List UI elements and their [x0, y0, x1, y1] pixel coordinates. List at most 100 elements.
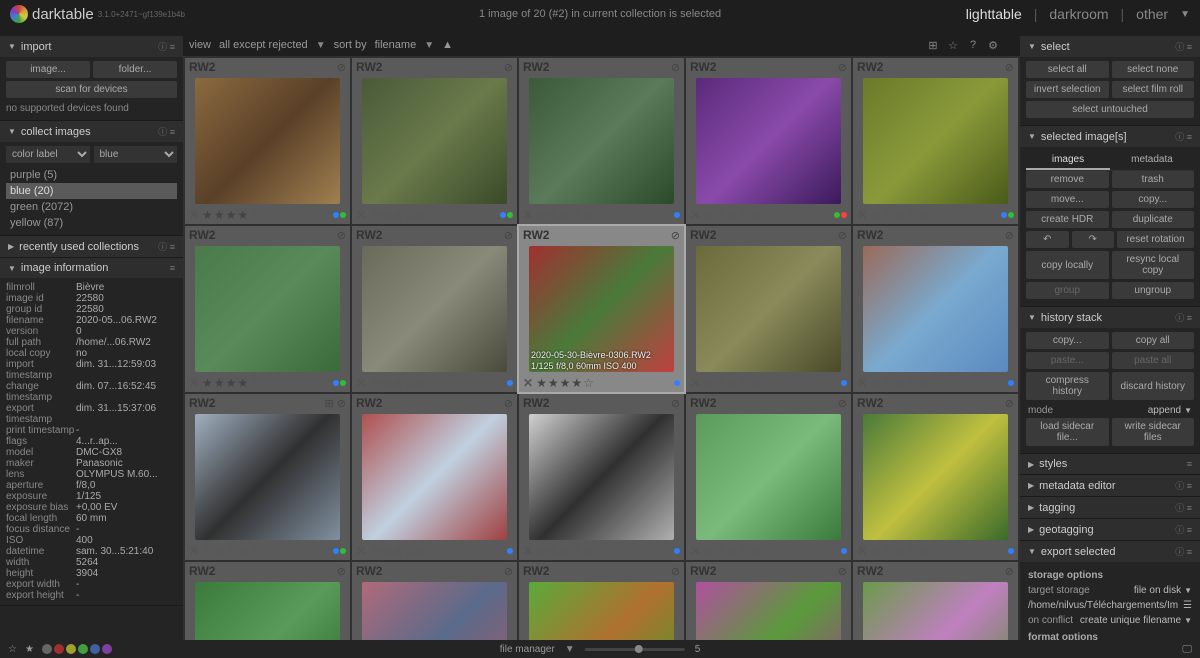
- move-button[interactable]: move...: [1026, 191, 1109, 208]
- select-untouched-button[interactable]: select untouched: [1026, 101, 1194, 118]
- color-dots[interactable]: [333, 212, 346, 218]
- color-dots[interactable]: [674, 212, 680, 218]
- styles-header[interactable]: ▶styles≡: [1020, 454, 1200, 474]
- thumb-image[interactable]: [362, 246, 507, 372]
- thumbnail[interactable]: RW2⊘✕☆☆☆☆☆: [686, 58, 851, 224]
- copy-all-button[interactable]: copy all: [1112, 332, 1195, 349]
- overlay-toggle-icon[interactable]: ⊞: [926, 38, 940, 52]
- history-mode-value[interactable]: append: [1148, 405, 1181, 416]
- color-dots[interactable]: [674, 380, 680, 386]
- star-rating[interactable]: ☆☆☆☆☆: [536, 208, 595, 222]
- select-header[interactable]: ▼selectⓘ ≡: [1020, 36, 1200, 57]
- thumb-image[interactable]: [529, 582, 674, 640]
- star-rating[interactable]: ☆☆☆☆☆: [369, 376, 428, 390]
- compress-history-button[interactable]: compress history: [1026, 372, 1109, 400]
- reject-icon[interactable]: ✕: [356, 208, 366, 222]
- rotate-left-button[interactable]: ↶: [1026, 231, 1069, 248]
- copy-button[interactable]: copy...: [1112, 191, 1195, 208]
- thumb-image[interactable]: [863, 246, 1008, 372]
- thumb-image[interactable]: [863, 78, 1008, 204]
- view-filter[interactable]: all except rejected: [219, 39, 308, 51]
- export-header[interactable]: ▼export selectedⓘ ≡: [1020, 541, 1200, 562]
- thumb-image[interactable]: [696, 78, 841, 204]
- reject-icon[interactable]: ✕: [690, 376, 700, 390]
- recent-header[interactable]: ▶recently used collectionsⓘ ≡: [0, 236, 183, 257]
- thumb-image[interactable]: [863, 414, 1008, 540]
- collect-item[interactable]: green (2072): [6, 199, 177, 215]
- conflict-value[interactable]: create unique filename: [1080, 615, 1181, 626]
- discard-history-button[interactable]: discard history: [1112, 372, 1195, 400]
- write-sidecar-button[interactable]: write sidecar files: [1112, 418, 1195, 446]
- star-rating[interactable]: ☆☆☆☆☆: [703, 544, 762, 558]
- thumbnail[interactable]: RW2⊘✕☆☆☆☆☆: [352, 394, 517, 560]
- history-header[interactable]: ▼history stackⓘ ≡: [1020, 307, 1200, 328]
- thumbnail[interactable]: RW2⊘✕☆☆☆☆☆: [519, 562, 684, 640]
- thumb-image[interactable]: [863, 582, 1008, 640]
- target-storage-value[interactable]: file on disk: [1134, 585, 1181, 596]
- color-dots[interactable]: [1008, 548, 1014, 554]
- star-rating[interactable]: ☆☆☆☆☆: [369, 208, 428, 222]
- load-sidecar-button[interactable]: load sidecar file...: [1026, 418, 1109, 446]
- copy-history-button[interactable]: copy...: [1026, 332, 1109, 349]
- hdr-button[interactable]: create HDR: [1026, 211, 1109, 228]
- thumbnail[interactable]: RW2⊘✕☆☆☆☆☆: [352, 562, 517, 640]
- chevron-down-icon[interactable]: ▼: [424, 40, 434, 51]
- color-dots[interactable]: [834, 212, 847, 218]
- trash-button[interactable]: trash: [1112, 171, 1195, 188]
- modes-dropdown-icon[interactable]: ▼: [1180, 9, 1190, 20]
- star-rating[interactable]: ☆☆☆☆☆: [536, 544, 595, 558]
- thumbnail[interactable]: RW2⊘✕☆☆☆☆☆: [853, 394, 1018, 560]
- reset-rotation-button[interactable]: reset rotation: [1117, 231, 1194, 248]
- swatch-red[interactable]: [54, 644, 64, 654]
- thumb-image[interactable]: [529, 414, 674, 540]
- star-rating[interactable]: ☆☆☆☆☆: [870, 544, 929, 558]
- reject-icon[interactable]: ✕: [356, 544, 366, 558]
- info-header[interactable]: ▼image information≡: [0, 258, 183, 278]
- thumb-image[interactable]: [195, 582, 340, 640]
- star-icon[interactable]: ☆: [946, 38, 960, 52]
- group-button[interactable]: group: [1026, 282, 1109, 299]
- metadata-editor-header[interactable]: ▶metadata editorⓘ ≡: [1020, 475, 1200, 496]
- swatch-grey[interactable]: [42, 644, 52, 654]
- color-dots[interactable]: [507, 380, 513, 386]
- copy-locally-button[interactable]: copy locally: [1026, 251, 1109, 279]
- reject-icon[interactable]: ✕: [857, 544, 867, 558]
- thumbnail[interactable]: RW2⊘✕☆☆☆☆☆: [686, 226, 851, 392]
- thumbnail[interactable]: RW2⊘✕☆☆☆☆☆: [352, 58, 517, 224]
- mode-lighttable[interactable]: lighttable: [966, 6, 1022, 22]
- sort-field[interactable]: filename: [375, 39, 417, 51]
- color-dots[interactable]: [1001, 212, 1014, 218]
- thumb-image[interactable]: [696, 582, 841, 640]
- star-rating[interactable]: ☆☆☆☆☆: [703, 376, 762, 390]
- layout-label[interactable]: file manager: [500, 644, 555, 655]
- star-rating[interactable]: ★★★★☆: [202, 376, 261, 390]
- thumbnail[interactable]: RW2⊘✕☆☆☆☆☆: [686, 562, 851, 640]
- color-dots[interactable]: [500, 212, 513, 218]
- star-1-icon[interactable]: ★: [25, 644, 34, 655]
- star-rating[interactable]: ☆☆☆☆☆: [703, 208, 762, 222]
- display-icon[interactable]: 🖵: [1182, 644, 1192, 655]
- thumb-image[interactable]: [195, 246, 340, 372]
- thumbnail[interactable]: RW2⊘✕☆☆☆☆☆: [686, 394, 851, 560]
- reject-icon[interactable]: ✕: [356, 376, 366, 390]
- selimg-header[interactable]: ▼selected image[s]ⓘ ≡: [1020, 126, 1200, 147]
- scan-devices-button[interactable]: scan for devices: [6, 81, 177, 98]
- swatch-yellow[interactable]: [66, 644, 76, 654]
- swatch-blue[interactable]: [90, 644, 100, 654]
- thumb-image[interactable]: [362, 78, 507, 204]
- rotate-right-button[interactable]: ↷: [1072, 231, 1115, 248]
- reject-icon[interactable]: ✕: [857, 376, 867, 390]
- reject-icon[interactable]: ✕: [523, 376, 533, 390]
- geotagging-header[interactable]: ▶geotaggingⓘ ≡: [1020, 519, 1200, 540]
- import-image-button[interactable]: image...: [6, 61, 90, 78]
- reject-icon[interactable]: ✕: [189, 376, 199, 390]
- color-dots[interactable]: [841, 380, 847, 386]
- help-icon[interactable]: ?: [966, 38, 980, 52]
- thumbnail[interactable]: RW2⊞ ⊘✕☆☆☆☆☆: [185, 394, 350, 560]
- color-dots[interactable]: [674, 548, 680, 554]
- thumb-image[interactable]: [195, 414, 340, 540]
- path-vars-icon[interactable]: ☰: [1183, 600, 1192, 611]
- invert-select-button[interactable]: invert selection: [1026, 81, 1109, 98]
- remove-button[interactable]: remove: [1026, 171, 1109, 188]
- collect-rule-select[interactable]: color label: [6, 146, 90, 163]
